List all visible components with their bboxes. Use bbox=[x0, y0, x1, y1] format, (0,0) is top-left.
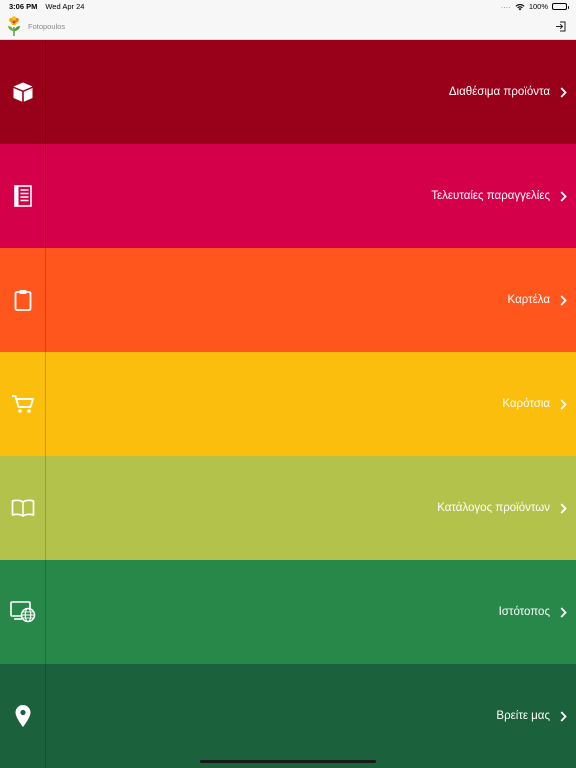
flower-logo-icon bbox=[6, 16, 22, 36]
open-book-icon bbox=[11, 499, 35, 517]
menu-item-label: Βρείτε μας bbox=[496, 710, 550, 722]
box-icon bbox=[12, 81, 34, 103]
menu-item-recent-orders[interactable]: Τελευταίες παραγγελίες bbox=[0, 144, 576, 248]
logout-button[interactable] bbox=[550, 16, 570, 36]
menu-item-label: Καρότσια bbox=[502, 398, 550, 410]
chevron-right-icon bbox=[550, 190, 576, 202]
chevron-right-icon bbox=[550, 86, 576, 98]
menu-item-carts[interactable]: Καρότσια bbox=[0, 352, 576, 456]
cellular-signal-icon: .... bbox=[501, 3, 511, 10]
status-time: 3:06 PM bbox=[9, 2, 38, 11]
battery-icon bbox=[552, 3, 569, 10]
menu-item-available-products[interactable]: Διαθέσιμα προϊόντα bbox=[0, 40, 576, 144]
menu-item-label: Τελευταίες παραγγελίες bbox=[431, 190, 550, 202]
app-header: Fotopoulos bbox=[0, 13, 576, 40]
status-indicators: .... 100% bbox=[501, 2, 569, 11]
menu-item-label: Κατάλογος προϊόντων bbox=[437, 502, 550, 514]
main-menu: Διαθέσιμα προϊόντα Τελευταίες παραγγελίε… bbox=[0, 40, 576, 768]
menu-item-product-catalog[interactable]: Κατάλογος προϊόντων bbox=[0, 456, 576, 560]
chevron-right-icon bbox=[550, 294, 576, 306]
cart-icon bbox=[11, 394, 35, 414]
wifi-icon bbox=[515, 3, 525, 11]
chevron-right-icon bbox=[550, 606, 576, 618]
globe-monitor-icon bbox=[9, 601, 36, 623]
chevron-right-icon bbox=[550, 398, 576, 410]
status-date: Wed Apr 24 bbox=[45, 2, 85, 11]
menu-item-account-card[interactable]: Καρτέλα bbox=[0, 248, 576, 352]
chevron-right-icon bbox=[550, 710, 576, 722]
receipt-list-icon bbox=[13, 185, 33, 207]
menu-item-find-us[interactable]: Βρείτε μας bbox=[0, 664, 576, 768]
menu-item-label: Διαθέσιμα προϊόντα bbox=[448, 86, 550, 98]
logout-icon bbox=[555, 21, 566, 32]
map-pin-icon bbox=[14, 704, 32, 728]
battery-percent: 100% bbox=[528, 2, 548, 11]
app-title: Fotopoulos bbox=[28, 21, 66, 31]
status-bar: 3:06 PM Wed Apr 24 .... 100% bbox=[0, 0, 576, 13]
menu-item-label: Καρτέλα bbox=[507, 294, 550, 306]
clipboard-icon bbox=[14, 289, 32, 311]
chevron-right-icon bbox=[550, 502, 576, 514]
home-indicator bbox=[200, 760, 376, 763]
menu-item-website[interactable]: Ιστότοπος bbox=[0, 560, 576, 664]
menu-item-label: Ιστότοπος bbox=[498, 606, 550, 618]
